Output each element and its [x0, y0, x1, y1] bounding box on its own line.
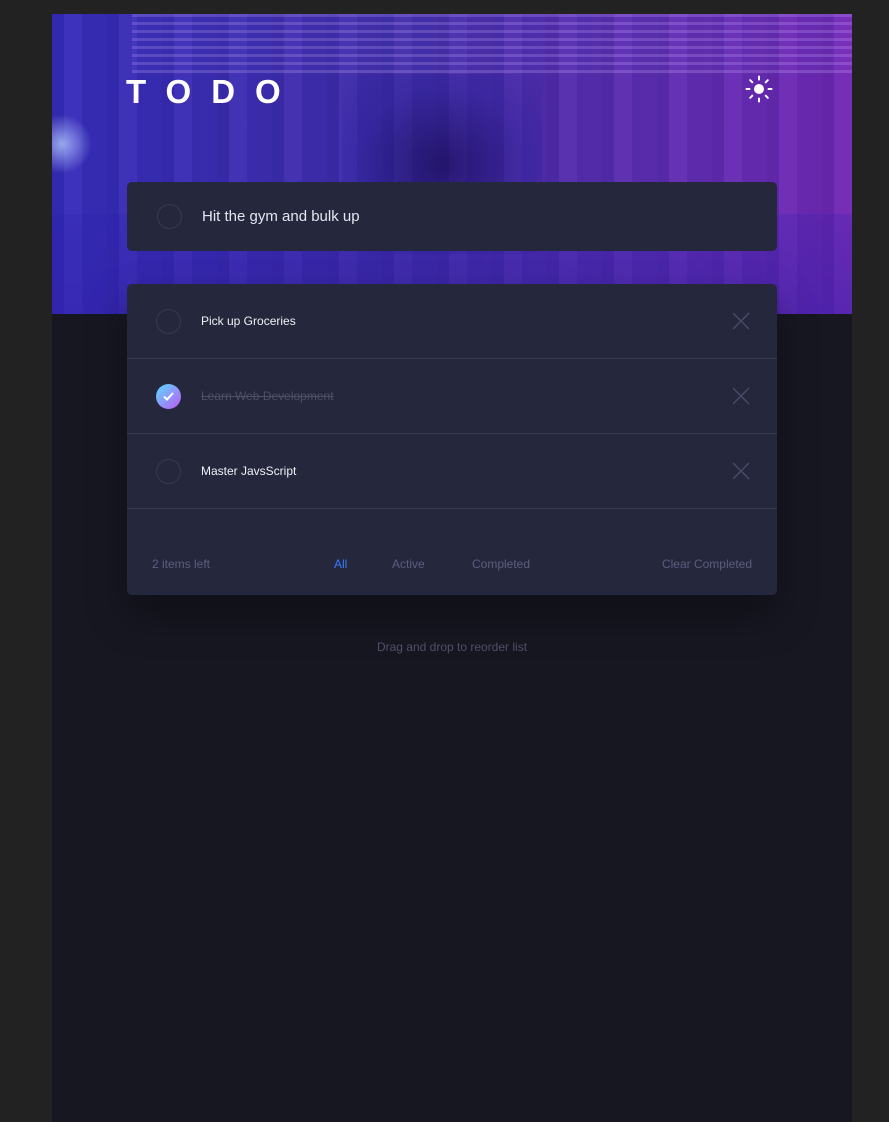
todo-footer: 2 items left All Active Completed Clear … [127, 509, 777, 595]
todo-item[interactable]: Pick up Groceries [127, 284, 777, 359]
close-icon [732, 387, 750, 405]
todo-checkbox[interactable] [156, 458, 181, 484]
app-title: TODO [126, 73, 301, 110]
clear-completed-button[interactable]: Clear Completed [662, 557, 752, 571]
filter-active[interactable]: Active [392, 557, 425, 571]
todo-list: Pick up Groceries Learn Web Development [127, 284, 777, 595]
items-left-count: 2 items left [152, 557, 211, 571]
todo-item[interactable]: Learn Web Development [127, 359, 777, 434]
delete-button[interactable] [732, 387, 750, 405]
todo-checkbox[interactable] [156, 308, 181, 334]
sun-icon [745, 75, 773, 103]
delete-button[interactable] [732, 462, 750, 480]
new-todo-text[interactable]: Hit the gym and bulk up [202, 208, 360, 225]
todo-label: Learn Web Development [201, 389, 334, 403]
delete-button[interactable] [732, 312, 750, 330]
todo-checkbox-checked[interactable] [156, 383, 181, 409]
theme-toggle-button[interactable] [745, 75, 773, 103]
filter-completed[interactable]: Completed [472, 557, 530, 571]
reorder-hint: Drag and drop to reorder list [376, 640, 528, 654]
todo-label: Pick up Groceries [201, 314, 296, 328]
filter-all[interactable]: All [334, 557, 347, 571]
background-ceiling [132, 14, 852, 74]
close-icon [732, 312, 750, 330]
todo-item[interactable]: Master JavsScript [127, 434, 777, 509]
close-icon [732, 462, 750, 480]
todo-label: Master JavsScript [201, 464, 297, 478]
check-icon [163, 391, 174, 401]
new-todo-checkbox[interactable] [157, 204, 182, 229]
header-background-image [52, 14, 852, 314]
app-frame: TODO Hit the gym and bulk up Pick up Gro… [52, 14, 852, 1122]
new-todo-input[interactable]: Hit the gym and bulk up [127, 182, 777, 251]
